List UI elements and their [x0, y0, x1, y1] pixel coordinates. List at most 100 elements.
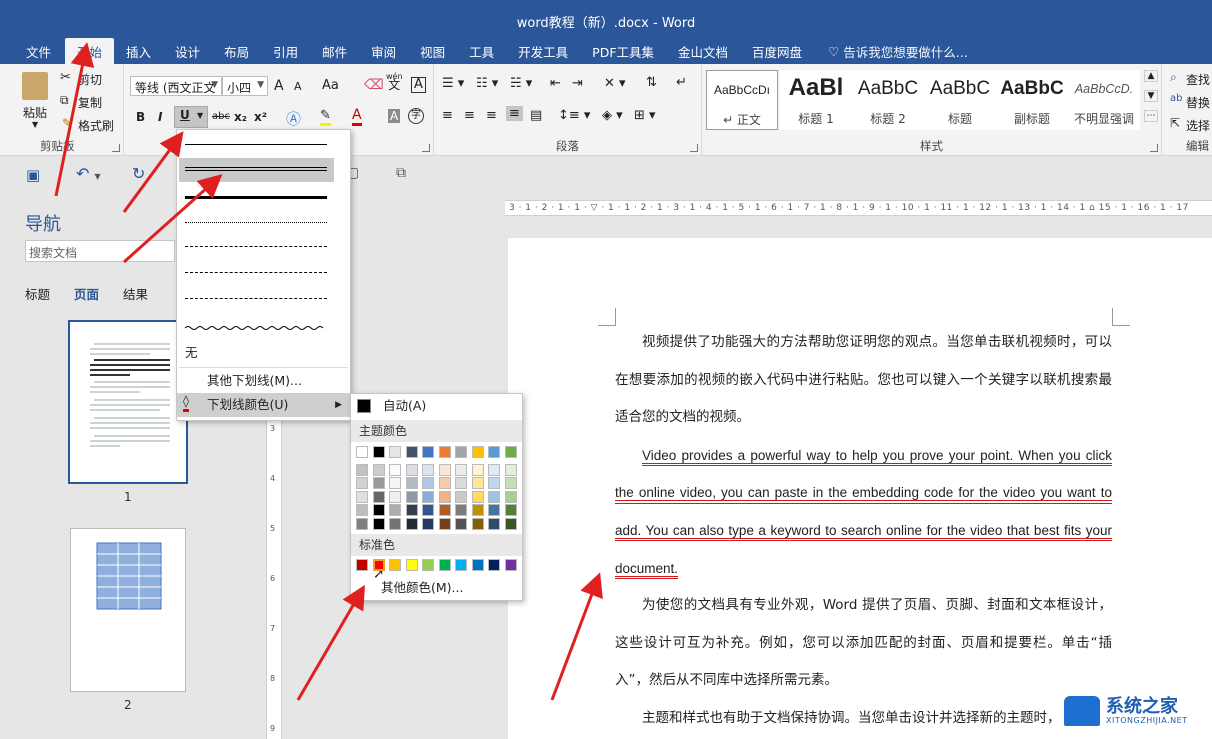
underline-wave-option[interactable]: [184, 320, 327, 330]
theme-color-swatch[interactable]: [356, 490, 368, 503]
theme-color-swatch[interactable]: [438, 490, 451, 503]
copy-button[interactable]: 复制: [78, 94, 102, 111]
tab-layout[interactable]: 布局: [212, 38, 261, 64]
theme-color-swatch[interactable]: [389, 477, 401, 489]
char-border-button[interactable]: A: [411, 77, 426, 93]
tab-review[interactable]: 审阅: [359, 38, 408, 64]
theme-color-swatch[interactable]: [405, 490, 418, 503]
theme-color-swatch[interactable]: [356, 463, 368, 476]
tab-file[interactable]: 文件: [0, 38, 65, 64]
theme-color-swatch[interactable]: [372, 463, 385, 476]
tab-developer[interactable]: 开发工具: [506, 38, 580, 64]
theme-color-swatch[interactable]: [372, 446, 385, 458]
theme-color-swatch[interactable]: [488, 490, 500, 503]
show-marks-icon[interactable]: ↵: [676, 75, 687, 90]
underline-button[interactable]: U ▼: [174, 106, 208, 128]
strikethrough-button[interactable]: abc: [212, 111, 230, 122]
theme-color-swatch[interactable]: [372, 477, 385, 489]
text-effects-icon[interactable]: Ⓐ: [286, 108, 301, 129]
phonetic-guide-button[interactable]: wén 文: [386, 72, 403, 91]
underline-dashed-option[interactable]: [185, 246, 327, 247]
theme-color-swatch[interactable]: [356, 504, 368, 516]
theme-color-swatch[interactable]: [488, 517, 500, 530]
underline-single-option[interactable]: [185, 144, 327, 145]
italic-button[interactable]: I: [158, 110, 162, 124]
theme-color-swatch[interactable]: [356, 517, 368, 530]
tab-insert[interactable]: 插入: [114, 38, 163, 64]
theme-color-swatch[interactable]: [405, 463, 418, 476]
increase-indent-icon[interactable]: ⇥: [572, 76, 583, 91]
theme-color-swatch[interactable]: [372, 490, 385, 503]
borders-icon[interactable]: ⊞ ▾: [634, 108, 656, 123]
theme-color-swatch[interactable]: [405, 477, 418, 489]
auto-color-option[interactable]: 自动(A): [351, 395, 522, 417]
paste-button[interactable]: 粘贴: [23, 104, 47, 121]
distributed-icon[interactable]: ▤: [530, 108, 542, 123]
font-color-button[interactable]: A: [352, 108, 362, 126]
align-left-icon[interactable]: ≡: [442, 108, 453, 123]
theme-color-swatch[interactable]: [405, 517, 418, 530]
standard-color-swatch[interactable]: [504, 559, 517, 571]
theme-color-swatch[interactable]: [372, 517, 385, 530]
font-size-combo[interactable]: 小四 ▼: [222, 76, 268, 96]
enclose-char-button[interactable]: 字: [408, 108, 424, 124]
theme-color-swatch[interactable]: [455, 517, 467, 530]
underline-color-option[interactable]: ◊ 下划线颜色(U) ▶: [177, 393, 350, 417]
save-icon[interactable]: ▣: [26, 166, 40, 184]
highlight-icon[interactable]: ✎: [320, 108, 331, 126]
style-subtitle[interactable]: AaBbC 副标题: [996, 70, 1068, 130]
change-case-button[interactable]: Aa: [322, 78, 339, 93]
theme-color-swatch[interactable]: [504, 446, 517, 458]
sort-icon[interactable]: ⇅: [646, 75, 657, 90]
replace-button[interactable]: 替换: [1186, 94, 1210, 111]
theme-color-swatch[interactable]: [471, 504, 484, 516]
superscript-button[interactable]: x²: [254, 110, 267, 124]
style-normal[interactable]: AaBbCcDı ↵ 正文: [706, 70, 778, 130]
format-painter-button[interactable]: 格式刷: [78, 117, 114, 134]
bullets-icon[interactable]: ☰ ▾: [442, 76, 464, 91]
underline-double-option[interactable]: [179, 158, 334, 182]
paragraph-launcher-icon[interactable]: [690, 144, 698, 152]
theme-color-swatch[interactable]: [356, 477, 368, 489]
theme-color-swatch[interactable]: [504, 463, 517, 476]
standard-color-swatch[interactable]: [422, 559, 434, 571]
style-heading-2[interactable]: AaBbC 标题 2: [852, 70, 924, 130]
theme-color-swatch[interactable]: [438, 477, 451, 489]
standard-color-swatch[interactable]: [389, 559, 401, 571]
theme-color-swatch[interactable]: [471, 463, 484, 476]
font-launcher-icon[interactable]: [422, 144, 430, 152]
standard-color-swatch[interactable]: [372, 559, 385, 571]
clear-format-icon[interactable]: ⌫: [364, 77, 384, 93]
clipboard-launcher-icon[interactable]: [112, 144, 120, 152]
theme-color-swatch[interactable]: [471, 477, 484, 489]
cut-button[interactable]: 剪切: [78, 71, 102, 88]
theme-color-swatch[interactable]: [488, 446, 500, 458]
theme-color-swatch[interactable]: [372, 504, 385, 516]
underline-dotdash-option[interactable]: [185, 272, 327, 273]
paste-icon[interactable]: [22, 72, 48, 100]
theme-color-swatch[interactable]: [422, 504, 434, 516]
tab-baidu-netdisk[interactable]: 百度网盘: [740, 38, 814, 64]
tab-home[interactable]: 开始: [65, 38, 115, 64]
nav-search-input[interactable]: 搜索文档: [25, 240, 175, 262]
justify-icon[interactable]: ≡: [506, 106, 523, 121]
tab-design[interactable]: 设计: [163, 38, 212, 64]
theme-color-swatch[interactable]: [422, 517, 434, 530]
theme-color-swatch[interactable]: [389, 490, 401, 503]
theme-color-swatch[interactable]: [455, 490, 467, 503]
align-right-icon[interactable]: ≡: [486, 108, 497, 123]
theme-color-swatch[interactable]: [405, 504, 418, 516]
styles-scroll-up-icon[interactable]: ▲: [1144, 70, 1158, 82]
nav-tab-headings[interactable]: 标题: [25, 287, 50, 302]
theme-color-swatch[interactable]: [504, 477, 517, 489]
theme-color-swatch[interactable]: [389, 517, 401, 530]
style-heading-1[interactable]: AaBl 标题 1: [780, 70, 852, 130]
shrink-font-button[interactable]: A: [294, 80, 302, 93]
font-name-combo[interactable]: 等线 (西文正文 ▼: [130, 76, 222, 96]
theme-color-swatch[interactable]: [389, 463, 401, 476]
document-page[interactable]: 视频提供了功能强大的方法帮助您证明您的观点。当您单击联机视频时，可以在想要添加的…: [508, 238, 1212, 739]
char-shading-button[interactable]: A: [388, 109, 401, 123]
select-button[interactable]: 选择: [1186, 117, 1210, 134]
bold-button[interactable]: B: [136, 110, 145, 124]
redo-icon[interactable]: ↻: [132, 164, 145, 183]
